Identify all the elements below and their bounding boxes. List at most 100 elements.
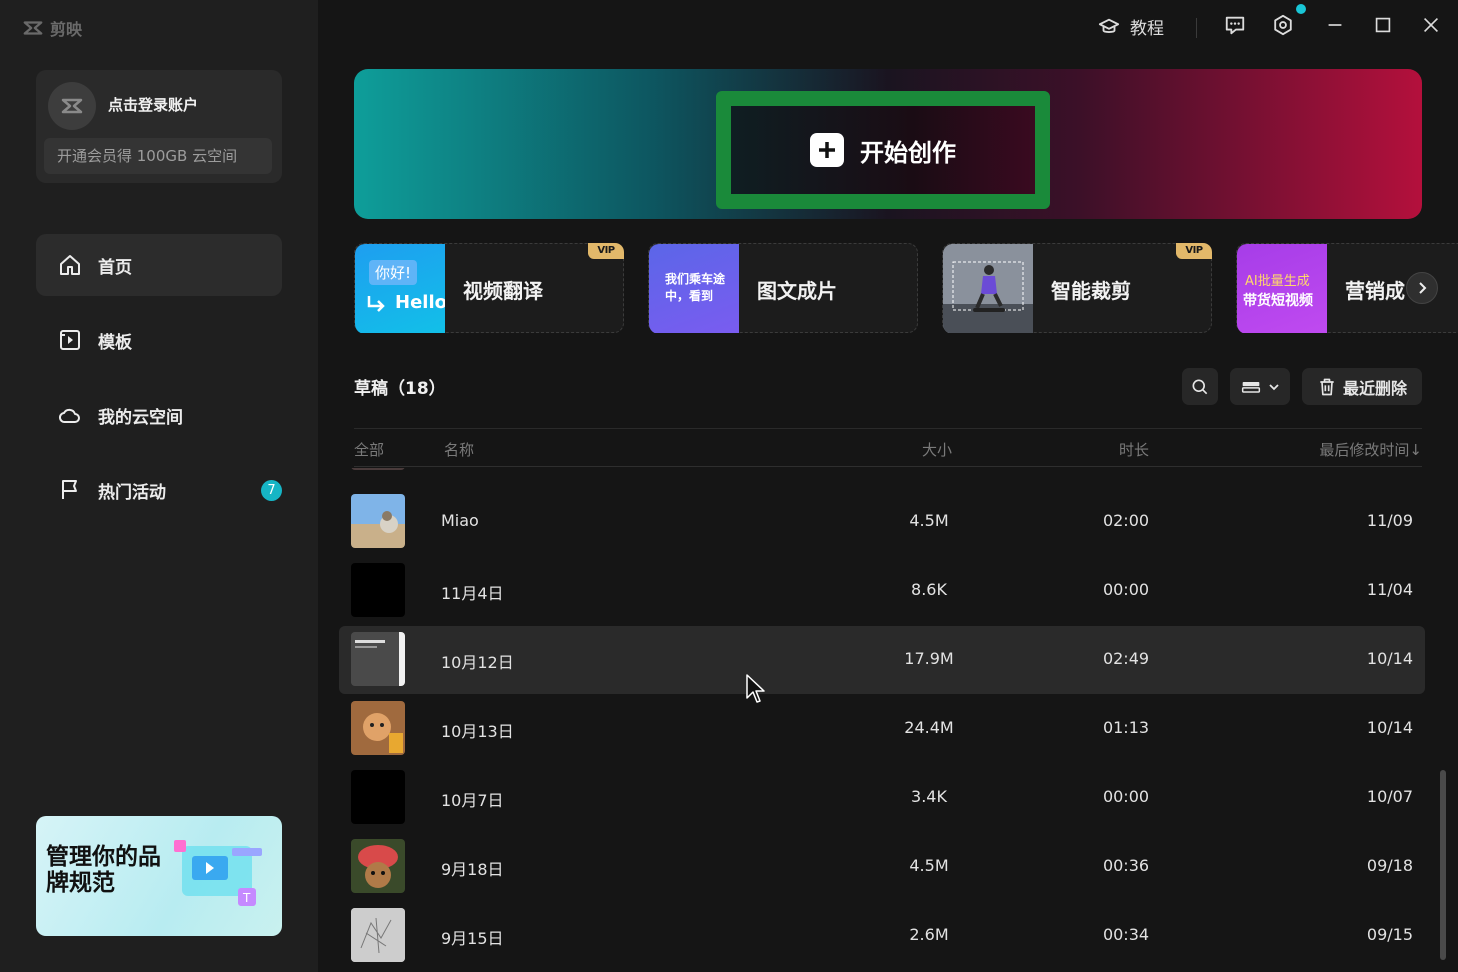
maximize-icon <box>1375 17 1391 33</box>
tutorial-label: 教程 <box>1130 19 1164 39</box>
card-thumbnail: 我们乘车途 中，看到 <box>649 244 739 333</box>
drafts-title: 草稿（18） <box>354 379 446 399</box>
sidebar-item-home[interactable]: 首页 <box>36 234 282 296</box>
row-size: 24.4M <box>904 718 954 737</box>
row-date: 11/09 <box>1366 511 1413 530</box>
row-size: 4.5M <box>909 511 949 530</box>
thumb-text: 你好! <box>369 260 418 285</box>
login-link[interactable]: 点击登录账户 <box>108 94 198 115</box>
sidebar-nav: 首页 模板 我的云空间 热门活动 7 <box>36 234 282 534</box>
tutorial-button[interactable]: 教程 <box>1098 14 1164 39</box>
row-duration: 00:00 <box>1102 580 1150 599</box>
row-size: 8.6K <box>911 580 947 599</box>
close-button[interactable] <box>1420 14 1442 36</box>
drafts-scrollbar[interactable] <box>1440 770 1446 960</box>
row-thumbnail <box>351 701 405 755</box>
row-duration: 00:36 <box>1102 856 1150 875</box>
minimize-icon <box>1328 24 1342 26</box>
skater-image-icon <box>943 244 1033 333</box>
row-size: 2.6M <box>909 925 949 944</box>
row-name: 10月13日 <box>441 722 514 741</box>
home-icon <box>60 255 80 275</box>
row-duration: 00:34 <box>1102 925 1150 944</box>
feedback-icon <box>1225 16 1245 35</box>
sidebar-item-label: 热门活动 <box>98 482 166 503</box>
card-title: 智能裁剪 <box>1051 279 1131 303</box>
column-duration[interactable]: 时长 <box>1119 439 1149 460</box>
flag-icon <box>62 480 77 499</box>
search-button[interactable] <box>1182 368 1218 405</box>
row-size: 3.4K <box>911 787 947 806</box>
row-date: 10/14 <box>1366 649 1413 668</box>
close-icon <box>1423 17 1439 33</box>
column-all[interactable]: 全部 <box>354 439 384 460</box>
settings-button[interactable] <box>1272 14 1294 36</box>
notification-badge: 7 <box>261 479 282 501</box>
card-thumbnail: 你好! Hello <box>355 244 445 333</box>
row-thumbnail <box>351 494 405 548</box>
row-size: 17.9M <box>904 649 954 668</box>
feature-card-smart-crop[interactable]: 智能裁剪 VIP <box>942 243 1212 333</box>
feature-card-video-translate[interactable]: 你好! Hello 视频翻译 VIP <box>354 243 624 333</box>
thumb-text: Hello <box>395 292 445 313</box>
vip-upsell-button[interactable]: 开通会员得 100GB 云空间 <box>44 138 272 174</box>
template-icon <box>60 330 80 350</box>
table-row[interactable]: Miao 4.5M 02:00 11/09 <box>339 488 1425 556</box>
trash-icon <box>1320 378 1334 395</box>
sidebar-item-templates[interactable]: 模板 <box>36 309 282 371</box>
table-row[interactable]: 11月4日 8.6K 00:00 11/04 <box>339 557 1425 625</box>
view-mode-dropdown[interactable] <box>1230 368 1290 405</box>
row-date: 11/04 <box>1366 580 1413 599</box>
feature-card-text-to-video[interactable]: 我们乘车途 中，看到 图文成片 <box>648 243 918 333</box>
avatar[interactable] <box>48 82 96 130</box>
sidebar-item-label: 首页 <box>98 257 132 278</box>
titlebar-divider <box>1196 18 1197 38</box>
thumb-text: 中，看到 <box>665 289 714 303</box>
arrow-icon <box>367 296 385 312</box>
svg-text:T: T <box>242 891 251 905</box>
capcut-logo-icon <box>23 21 43 35</box>
recently-deleted-label: 最近删除 <box>1342 378 1407 398</box>
minimize-button[interactable] <box>1324 14 1346 36</box>
table-row[interactable]: 10月12日 17.9M 02:49 10/14 <box>339 626 1425 694</box>
table-row[interactable]: 10月7日 3.4K 00:00 10/07 <box>339 764 1425 832</box>
row-date: 10/07 <box>1366 787 1413 806</box>
feedback-button[interactable] <box>1224 14 1246 36</box>
account-card[interactable]: 点击登录账户 开通会员得 100GB 云空间 <box>36 70 282 183</box>
cloud-icon <box>58 408 80 423</box>
row-thumbnail <box>351 468 405 470</box>
thumb-text: 我们乘车途 <box>665 272 726 286</box>
table-row[interactable]: 10月13日 24.4M 01:13 10/14 <box>339 695 1425 763</box>
gear-icon <box>1274 14 1292 36</box>
recently-deleted-button[interactable]: 最近删除 <box>1302 368 1422 405</box>
sidebar-item-label: 模板 <box>98 332 132 353</box>
row-duration: 01:13 <box>1102 718 1150 737</box>
promo-illustration-icon: T <box>174 840 262 906</box>
start-creating-button[interactable]: 开始创作 <box>716 91 1050 209</box>
column-size[interactable]: 大小 <box>922 439 952 460</box>
row-name: 9月18日 <box>441 860 504 879</box>
app-name: 剪映 <box>50 20 83 39</box>
row-duration: 00:00 <box>1102 787 1150 806</box>
row-duration: 02:49 <box>1102 649 1150 668</box>
start-creating-label: 开始创作 <box>860 138 956 167</box>
maximize-button[interactable] <box>1372 14 1394 36</box>
card-title: 营销成 <box>1345 279 1405 303</box>
column-modified[interactable]: 最后修改时间↓ <box>1319 439 1422 460</box>
graduation-cap-icon <box>1098 18 1120 33</box>
table-row[interactable]: 9月18日 4.5M 00:36 09/18 <box>339 833 1425 901</box>
capcut-avatar-icon <box>61 98 83 114</box>
sidebar-item-events[interactable]: 热门活动 7 <box>36 459 282 521</box>
sidebar-item-label: 我的云空间 <box>98 407 183 428</box>
sidebar-item-cloud[interactable]: 我的云空间 <box>36 384 282 446</box>
row-name: 10月12日 <box>441 653 514 672</box>
table-row-partial[interactable] <box>339 468 1425 470</box>
row-thumbnail <box>351 908 405 962</box>
row-thumbnail <box>351 770 405 824</box>
column-name[interactable]: 名称 <box>444 439 474 460</box>
brand-promo-banner[interactable]: 管理你的品牌规范 T <box>36 816 282 936</box>
cards-next-button[interactable] <box>1406 272 1438 304</box>
row-thumbnail <box>351 632 405 686</box>
table-row[interactable]: 9月15日 2.6M 00:34 09/15 <box>339 902 1425 970</box>
row-name: 10月7日 <box>441 791 504 810</box>
